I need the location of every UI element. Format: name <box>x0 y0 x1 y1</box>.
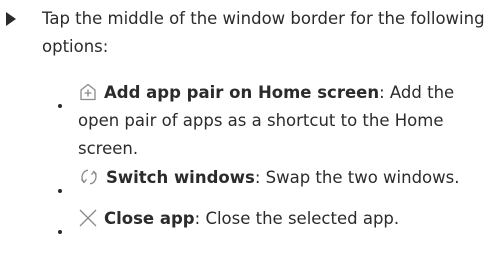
add-app-pair-icon <box>80 83 96 101</box>
list-bullet <box>58 189 62 193</box>
switch-windows-icon <box>81 169 97 185</box>
option-text: Switch windows: Swap the two windows. <box>78 164 498 192</box>
option-description: Swap the two windows. <box>265 168 460 187</box>
option-title: Add app pair on Home screen <box>104 83 380 102</box>
option-description: Close the selected app. <box>205 209 400 228</box>
triangle-bullet-icon <box>6 12 16 26</box>
close-app-icon <box>79 209 97 227</box>
main-instruction: Tap the middle of the window border for … <box>42 9 485 56</box>
list-bullet <box>58 104 62 108</box>
option-title: Switch windows <box>106 168 255 187</box>
list-bullet <box>58 230 62 234</box>
option-text: Close app: Close the selected app. <box>78 205 498 233</box>
option-title: Close app <box>104 209 195 228</box>
option-text: Add app pair on Home screen: Add the ope… <box>78 83 455 158</box>
